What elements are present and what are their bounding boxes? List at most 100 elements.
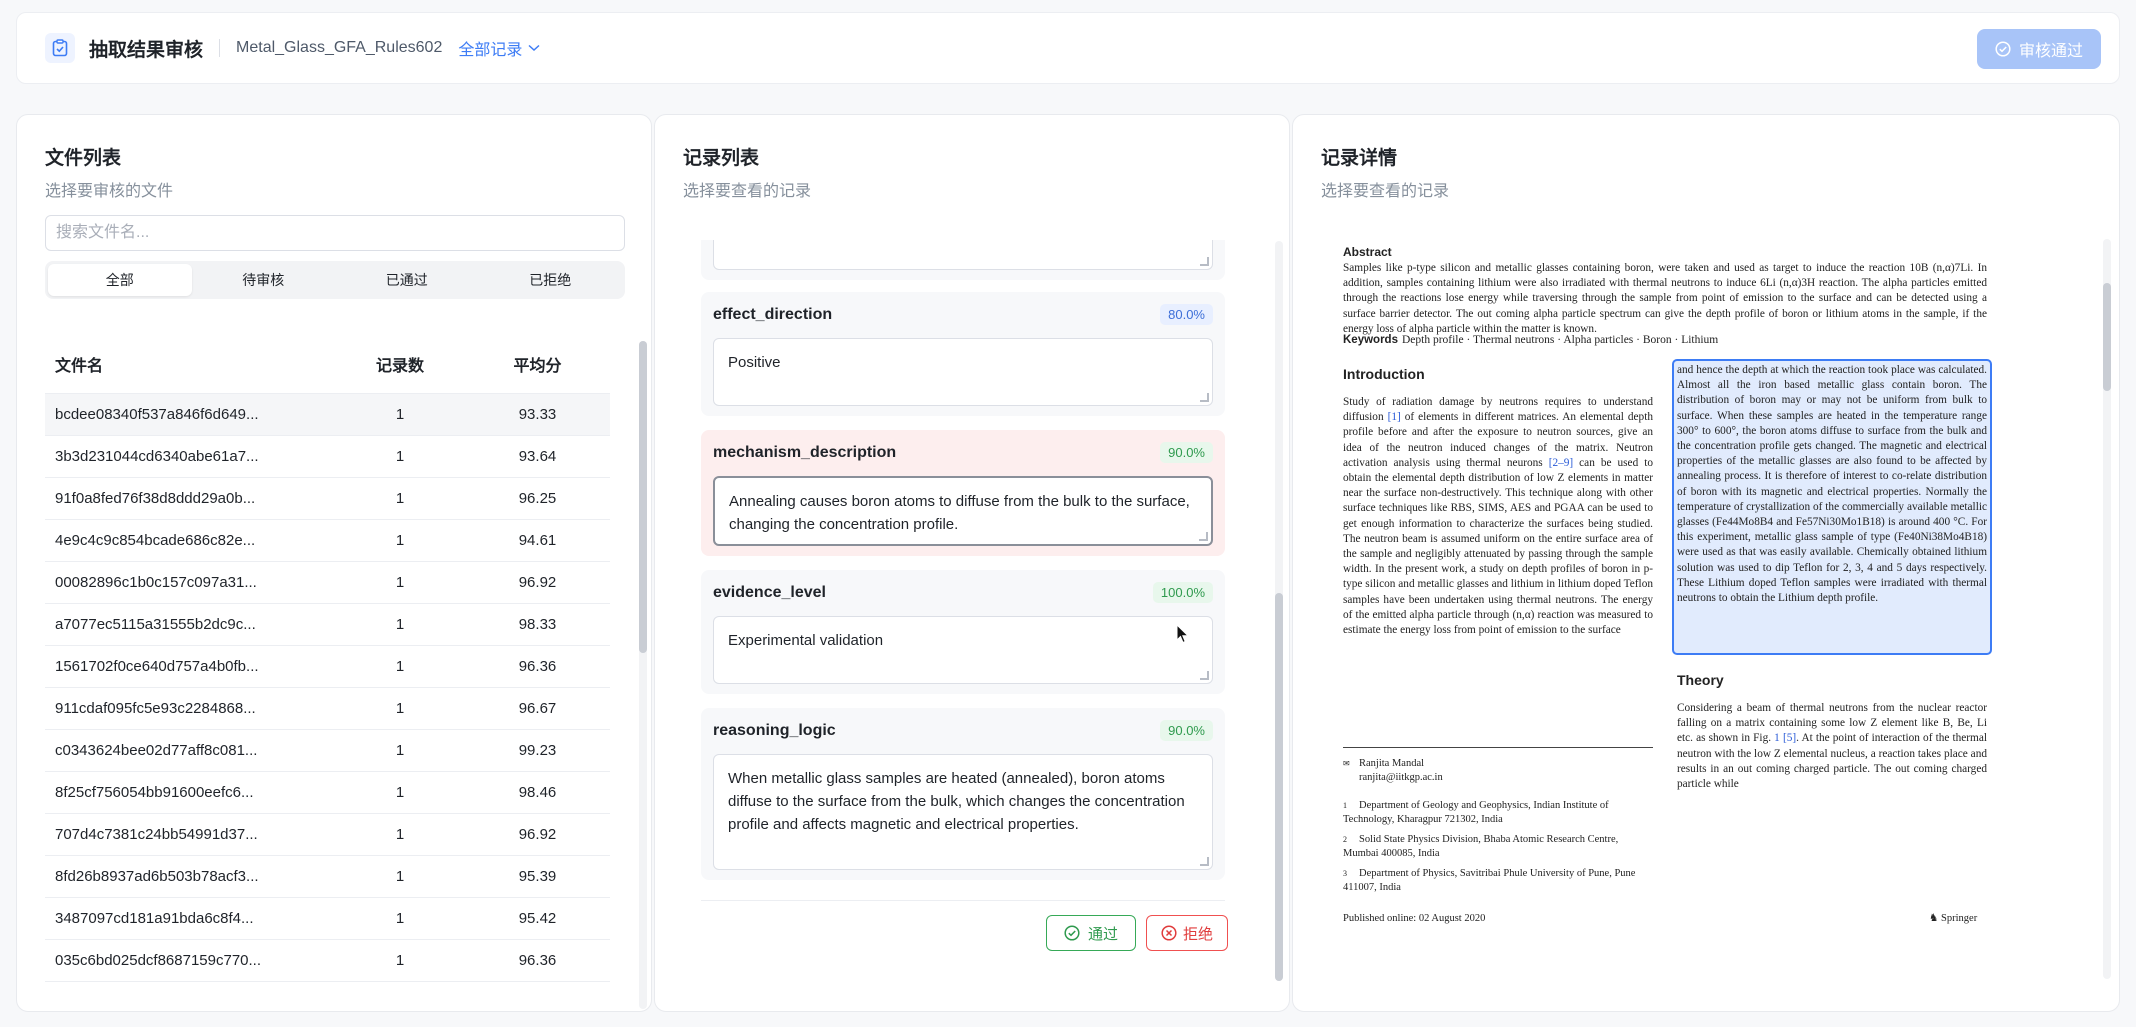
file-table-row[interactable]: 8f25cf756054bb91600eefc6... 1 98.46	[45, 771, 610, 814]
scrollbar-thumb[interactable]	[639, 341, 647, 653]
avg-score-cell: 93.33	[465, 393, 610, 436]
author-note: ✉ Ranjita Mandal ranjita@iitkgp.ac.in	[1343, 757, 1653, 784]
citation-link[interactable]: [1]	[1388, 411, 1401, 423]
approve-review-button[interactable]: 审核通过	[1976, 29, 2101, 69]
tab-all[interactable]: 全部	[48, 264, 192, 296]
file-name-cell: 4e9c4c9c854bcade686c82e...	[45, 519, 335, 562]
file-table-row[interactable]: 035c6bd025dcf8687159c770... 1 96.36	[45, 939, 610, 982]
resize-handle-icon[interactable]	[1200, 257, 1209, 266]
highlighted-text: and hence the depth at which the reactio…	[1677, 364, 1987, 605]
file-table-row[interactable]: a7077ec5115a31555b2dc9c... 1 98.33	[45, 603, 610, 646]
confidence-badge: 100.0%	[1152, 582, 1213, 603]
avg-score-cell: 96.36	[465, 645, 610, 688]
column-header-avg-score: 平均分	[465, 335, 610, 394]
field-value-text: Annealing causes boron atoms to diffuse …	[729, 493, 1190, 533]
file-search-input[interactable]	[45, 215, 625, 251]
avg-score-cell: 96.67	[465, 687, 610, 730]
avg-score-cell: 96.92	[465, 813, 610, 856]
record-detail-subtitle: 选择要查看的记录	[1321, 183, 1450, 200]
record-count-cell: 1	[335, 939, 465, 982]
file-list-scrollbar[interactable]	[639, 341, 647, 1009]
file-table-row[interactable]: 707d4c7381c24bb54991d37... 1 96.92	[45, 813, 610, 856]
confidence-badge: 90.0%	[1160, 720, 1213, 741]
avg-score-cell: 95.42	[465, 897, 610, 940]
file-table-row[interactable]: 3487097cd181a91bda6c8f4... 1 95.42	[45, 897, 610, 940]
publisher-name: Springer	[1941, 913, 1978, 924]
record-count-cell: 1	[335, 855, 465, 898]
file-table-row[interactable]: 8fd26b8937ad6b503b78acf3... 1 95.39	[45, 855, 610, 898]
publisher-logo: ♞ Springer	[1929, 911, 1977, 926]
avg-score-cell: 96.25	[465, 477, 610, 520]
affiliation-text: Department of Geology and Geophysics, In…	[1343, 800, 1609, 825]
author-email: ranjita@iitkgp.ac.in	[1359, 771, 1443, 783]
file-name-cell: 707d4c7381c24bb54991d37...	[45, 813, 335, 856]
field-card-effect-direction[interactable]: effect_direction 80.0% Positive	[701, 292, 1225, 416]
file-name-cell: 91f0a8fed76f38d8ddd29a0b...	[45, 477, 335, 520]
field-card-reasoning-logic[interactable]: reasoning_logic 90.0% When metallic glas…	[701, 708, 1225, 880]
resize-handle-icon[interactable]	[1200, 857, 1209, 866]
column-header-filename: 文件名	[45, 335, 335, 394]
resize-handle-icon[interactable]	[1199, 532, 1208, 541]
field-name: mechanism_description	[713, 444, 897, 461]
field-value-input[interactable]: When metallic glass samples are heated (…	[713, 754, 1213, 870]
record-list-subtitle: 选择要查看的记录	[683, 183, 812, 200]
tab-rejected[interactable]: 已拒绝	[479, 264, 623, 296]
file-table-row[interactable]: 91f0a8fed76f38d8ddd29a0b... 1 96.25	[45, 477, 610, 520]
introduction-text: Study of radiation damage by neutrons re…	[1343, 395, 1653, 638]
record-count-cell: 1	[335, 561, 465, 604]
record-detail-scrollbar[interactable]	[2103, 239, 2111, 979]
pass-button-label: 通过	[1087, 925, 1118, 943]
page-title: 抽取结果审核	[89, 39, 204, 61]
avg-score-cell: 95.39	[465, 855, 610, 898]
field-value-input[interactable]: Experimental validation	[713, 616, 1213, 684]
record-count-cell: 1	[335, 687, 465, 730]
record-list-panel: 记录列表 选择要查看的记录 effect_direction 80.0% Pos…	[654, 114, 1290, 1012]
file-list-panel: 文件列表 选择要审核的文件 全部 待审核 已通过 已拒绝 文件名 记录数 平均分…	[16, 114, 652, 1012]
citation-link[interactable]: [2–9]	[1549, 457, 1573, 469]
file-name-cell: 1561702f0ce640d757a4b0fb...	[45, 645, 335, 688]
file-table-row[interactable]: 00082896c1b0c157c097a31... 1 96.92	[45, 561, 610, 604]
field-card-evidence-level[interactable]: evidence_level 100.0% Experimental valid…	[701, 570, 1225, 694]
record-detail-title: 记录详情	[1321, 148, 1398, 169]
column-header-record-count: 记录数	[335, 335, 465, 394]
tab-pending[interactable]: 待审核	[192, 264, 336, 296]
record-list-scrollbar[interactable]	[1275, 241, 1283, 981]
scrollbar-thumb[interactable]	[2103, 283, 2111, 391]
file-table-row[interactable]: 1561702f0ce640d757a4b0fb... 1 96.36	[45, 645, 610, 688]
file-table-row[interactable]: c0343624bee02d77aff8c081... 1 99.23	[45, 729, 610, 772]
file-table-row[interactable]: 911cdaf095fc5e93c2284868... 1 96.67	[45, 687, 610, 730]
author-name: Ranjita Mandal	[1359, 758, 1425, 769]
citation-link[interactable]: [5]	[1783, 732, 1796, 744]
field-list: effect_direction 80.0% Positive mechanis…	[701, 240, 1225, 935]
file-name-cell: 911cdaf095fc5e93c2284868...	[45, 687, 335, 730]
field-value-previous[interactable]	[713, 240, 1213, 270]
affiliation-2: 2 Solid State Physics Division, Bhaba Ato…	[1343, 834, 1619, 859]
status-filter-tabs: 全部 待审核 已通过 已拒绝	[45, 261, 625, 299]
record-count-cell: 1	[335, 729, 465, 772]
file-table-row[interactable]: bcdee08340f537a846f6d649... 1 93.33	[45, 393, 610, 436]
record-count-cell: 1	[335, 435, 465, 478]
resize-handle-icon[interactable]	[1200, 671, 1209, 680]
file-table-row[interactable]: 4e9c4c9c854bcade686c82e... 1 94.61	[45, 519, 610, 562]
envelope-icon: ✉	[1343, 759, 1350, 768]
approve-review-label: 审核通过	[2018, 43, 2083, 60]
scrollbar-thumb[interactable]	[1275, 593, 1283, 981]
avg-score-cell: 98.33	[465, 603, 610, 646]
field-card-mechanism-description[interactable]: mechanism_description 90.0% Annealing ca…	[701, 430, 1225, 556]
record-filter-dropdown[interactable]: 全部记录	[458, 36, 540, 60]
resize-handle-icon[interactable]	[1200, 393, 1209, 402]
affiliation-text: Solid State Physics Division, Bhaba Atom…	[1343, 834, 1619, 859]
pass-button[interactable]: 通过	[1046, 915, 1136, 951]
file-list-subtitle: 选择要审核的文件	[45, 183, 174, 200]
file-table-row[interactable]: 3b3d231044cd6340abe61a7... 1 93.64	[45, 435, 610, 478]
keywords-label: Keywords	[1343, 334, 1398, 346]
field-value-input[interactable]: Positive	[713, 338, 1213, 406]
abstract-text: Samples like p-type silicon and metallic…	[1343, 262, 1987, 335]
record-count-cell: 1	[335, 519, 465, 562]
reject-button[interactable]: 拒绝	[1146, 915, 1228, 951]
footnote-rule	[1343, 747, 1653, 748]
field-value-input[interactable]: Annealing causes boron atoms to diffuse …	[713, 476, 1213, 546]
tab-approved[interactable]: 已通过	[335, 264, 479, 296]
figure-link[interactable]: 1	[1774, 732, 1780, 744]
field-name: evidence_level	[713, 584, 826, 601]
